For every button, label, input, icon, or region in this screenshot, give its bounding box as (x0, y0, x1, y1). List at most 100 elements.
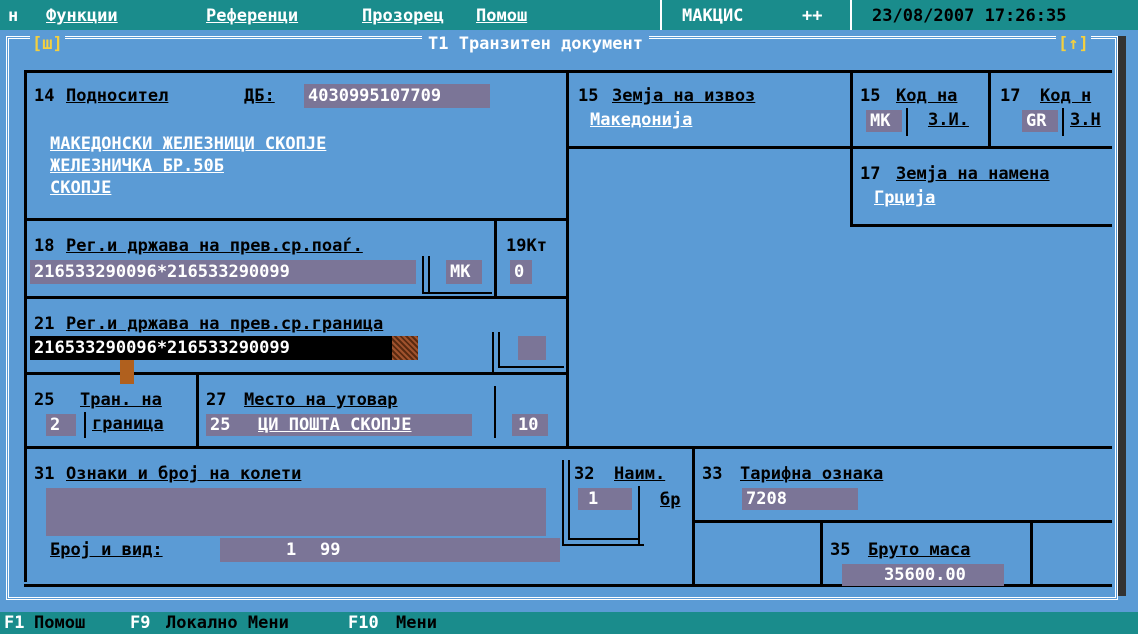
box15code-sub: З.И. (928, 110, 969, 130)
status-label-local-menu[interactable]: Локално Мени (166, 613, 289, 633)
box14-num: 14 (34, 86, 55, 106)
box27-place-field[interactable]: ЦИ ПОШТА СКОПЈЕ (246, 414, 472, 436)
box18-country: MK (450, 262, 471, 282)
menu-help[interactable]: Помош (476, 6, 527, 26)
box27-code: 25 (210, 415, 231, 435)
status-label-help[interactable]: Помош (34, 613, 85, 633)
box33-label: Тарифна ознака (740, 464, 884, 484)
box15-num: 15 (578, 86, 599, 106)
window-system-button[interactable]: [ш] (30, 34, 65, 54)
grid-line (1062, 108, 1064, 136)
box31-label: Ознаки и број на колети (66, 464, 302, 484)
grid-line (1030, 520, 1033, 586)
box17-value[interactable]: Грција (874, 188, 935, 208)
grid-line (566, 70, 569, 447)
box32-field[interactable]: 1 (578, 488, 632, 510)
app-name: МАКЦИС (682, 6, 744, 26)
grid-line (24, 446, 1112, 449)
box33-field[interactable]: 7208 (742, 488, 858, 510)
box14-db-value: 4030995107709 (308, 86, 442, 106)
box15code-value: MK (870, 111, 891, 131)
box27-num: 27 (206, 390, 227, 410)
box25-value: 2 (50, 415, 61, 435)
grid-line (24, 218, 568, 221)
box31-count-kind: 99 (320, 540, 341, 560)
text-cursor-block (392, 336, 418, 360)
window-maximize-button[interactable]: [↑] (1056, 34, 1091, 54)
grid-line (692, 446, 695, 586)
box31-count-label: Број и вид: (50, 540, 163, 560)
menu-functions[interactable]: Функции (46, 6, 118, 26)
box25-field[interactable]: 2 (46, 414, 76, 436)
grid-line (498, 366, 564, 368)
grid-line (24, 372, 568, 375)
grid-line (498, 332, 500, 368)
grid-line (24, 70, 27, 582)
grid-line (196, 372, 199, 448)
box18-value: 216533290096*216533290099 (34, 262, 290, 282)
box32-num: 32 (574, 464, 595, 484)
box33-value: 7208 (746, 489, 787, 509)
grid-line (84, 412, 86, 438)
box27-num-field[interactable]: 10 (512, 414, 548, 436)
box17code-value: GR (1026, 111, 1047, 131)
box32-label: Наим. (614, 464, 666, 484)
status-key-f10[interactable]: F10 (348, 613, 379, 633)
grid-line (850, 224, 1112, 227)
grid-line (422, 292, 492, 294)
grid-line (820, 520, 823, 586)
grid-line (428, 256, 430, 294)
box18-country-field[interactable]: MK (446, 260, 482, 284)
menu-system[interactable]: н (8, 6, 18, 26)
box35-field[interactable]: 35600.00 (842, 564, 1004, 586)
box17-num: 17 (860, 164, 881, 184)
box21-num: 21 (34, 314, 55, 334)
grid-line (492, 332, 494, 372)
menu-window[interactable]: Прозорец (362, 6, 444, 26)
grid-line (566, 146, 1112, 149)
box25-label: Тран. на (80, 390, 162, 410)
status-key-f9[interactable]: F9 (130, 613, 150, 633)
box14-line3[interactable]: СКОПЈЕ (50, 178, 111, 198)
menu-references[interactable]: Референци (206, 6, 298, 26)
grid-line (422, 256, 424, 294)
grid-line (906, 108, 908, 136)
mouse-cursor (120, 360, 134, 384)
status-bar: F1 Помош F9 Локално Мени F10 Мени (0, 612, 1138, 634)
box14-db-field[interactable]: 4030995107709 (304, 84, 490, 108)
box18-field[interactable]: 216533290096*216533290099 (30, 260, 416, 284)
box21-country-field[interactable] (518, 336, 546, 360)
box14-line1[interactable]: МАКЕДОНСКИ ЖЕЛЕЗНИЦИ СКОПЈЕ (50, 134, 326, 154)
box15code-field[interactable]: MK (866, 110, 902, 132)
status-key-f1[interactable]: F1 (4, 613, 24, 633)
status-label-menu[interactable]: Мени (396, 613, 437, 633)
box14-db-label: ДБ: (244, 86, 275, 106)
box14-label: Подносител (66, 86, 169, 106)
box27-code-field[interactable]: 25 (206, 414, 246, 436)
box31-marks-field[interactable] (46, 488, 546, 536)
box27-label: Место на утовар (244, 390, 398, 410)
box25-sub: граница (92, 414, 164, 434)
box21-field[interactable]: 216533290096*216533290099 (30, 336, 394, 360)
box14-line2[interactable]: ЖЕЛЕЗНИЧКА БР.50Б (50, 156, 224, 176)
box19-label: 19Кт (506, 236, 547, 256)
box27-place: ЦИ ПОШТА СКОПЈЕ (258, 415, 412, 435)
grid-line (568, 460, 570, 540)
grid-line (638, 486, 640, 546)
datetime: 23/08/2007 17:26:35 (872, 6, 1067, 26)
grid-line (850, 70, 853, 148)
box35-label: Бруто маса (868, 540, 971, 560)
box31-count-field[interactable]: 1 99 (220, 538, 560, 562)
grid-line (494, 218, 497, 298)
box35-num: 35 (830, 540, 851, 560)
box17code-field[interactable]: GR (1022, 110, 1058, 132)
box19-field[interactable]: 0 (510, 260, 532, 284)
app-suffix: ++ (802, 6, 823, 26)
box27-num-value: 10 (518, 415, 539, 435)
box17-label: Земја на намена (896, 164, 1050, 184)
grid-line (988, 70, 991, 148)
grid-line (562, 460, 564, 546)
box15-label: Земја на извоз (612, 86, 756, 106)
grid-line (850, 146, 853, 226)
box15-value[interactable]: Македонија (590, 110, 692, 130)
